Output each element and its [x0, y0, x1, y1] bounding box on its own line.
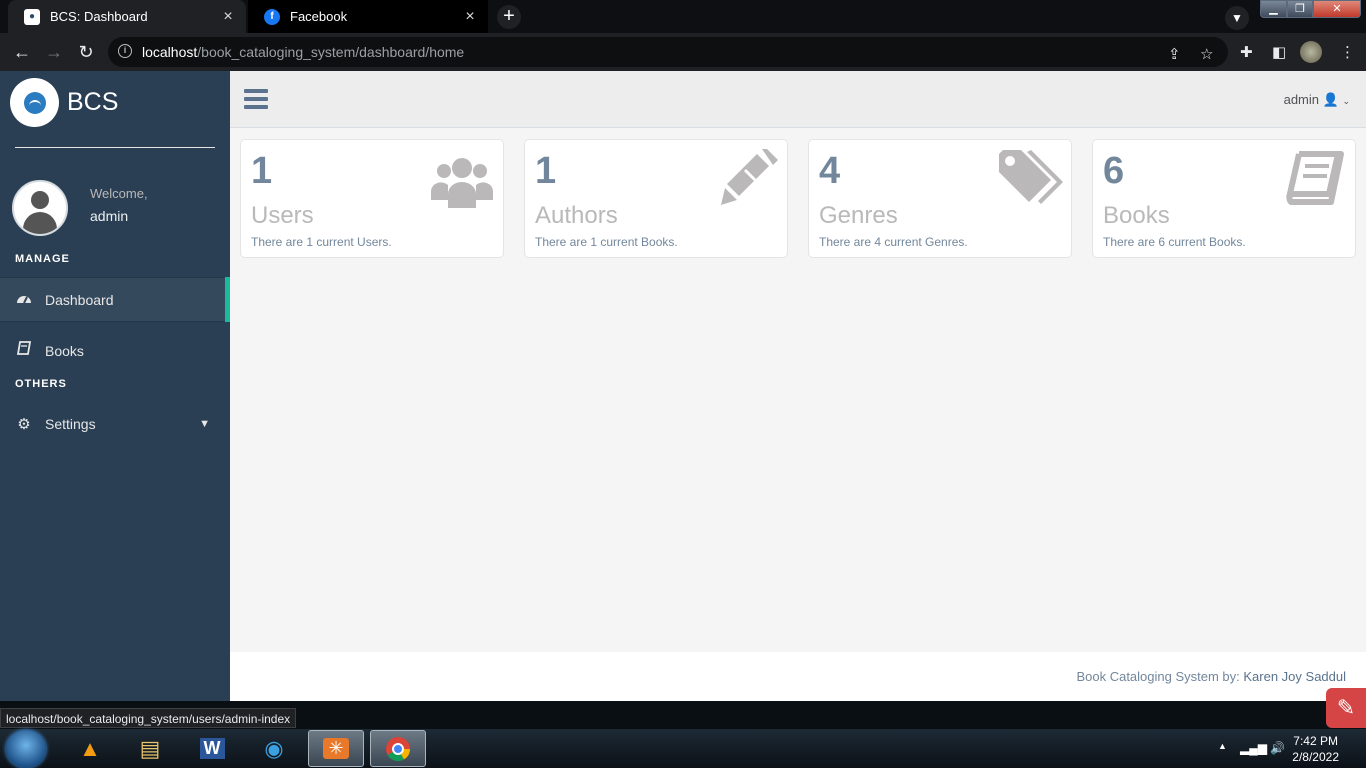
bookmark-star-icon[interactable]: ☆	[1200, 45, 1213, 63]
menu-toggle-hamburger-icon[interactable]	[244, 89, 268, 109]
stat-description: There are 4 current Genres.	[819, 235, 968, 249]
tab-title: Facebook	[290, 9, 348, 24]
forward-arrow-icon[interactable]: →	[42, 40, 66, 64]
tab-bcs-dashboard[interactable]: ● BCS: Dashboard ×	[8, 0, 246, 33]
sidebar-item-label: Settings	[45, 415, 96, 432]
stat-label: Authors	[535, 202, 618, 229]
sidebar-item-books[interactable]: Books	[0, 328, 230, 373]
word-icon[interactable]: W	[184, 730, 240, 767]
stat-card-books: 6 Books There are 6 current Books.	[1092, 139, 1356, 258]
sidebar-item-dashboard[interactable]: Dashboard	[0, 277, 230, 322]
dashboard-gauge-icon	[15, 291, 33, 309]
window-controls: ▁ ❐ ✕	[1260, 0, 1361, 18]
stat-description: There are 6 current Books.	[1103, 235, 1246, 249]
top-navbar: admin 👤 ⌄	[230, 71, 1366, 128]
sidebar-item-label: Books	[45, 342, 84, 359]
minimize-button[interactable]: ▁	[1260, 0, 1287, 18]
bcs-favicon-icon: ●	[24, 8, 40, 25]
stat-card-genres: 4 Genres There are 4 current Genres.	[808, 139, 1072, 258]
footer-credit: Book Cataloging System by: Karen Joy Sad…	[1076, 669, 1346, 684]
url-path: /book_cataloging_system/dashboard/home	[197, 44, 465, 60]
sidebar-item-settings[interactable]: ⚙ Settings ▼	[0, 401, 230, 446]
welcome-text: Welcome,	[90, 186, 148, 201]
brand[interactable]: BCS	[10, 78, 118, 127]
volume-icon[interactable]: 🔊	[1270, 741, 1285, 755]
chrome-icon[interactable]	[370, 730, 426, 767]
user-icon: 👤	[1322, 92, 1339, 107]
clock-time: 7:42 PM	[1293, 734, 1338, 748]
book-icon	[15, 341, 33, 360]
close-tab-icon[interactable]: ×	[462, 8, 478, 26]
address-url[interactable]: localhost/book_cataloging_system/dashboa…	[142, 44, 464, 60]
web-page: BCS Welcome, admin MANAGE Dashboard Book…	[0, 71, 1366, 701]
new-tab-button[interactable]: +	[497, 5, 521, 29]
footer-author: Karen Joy Saddul	[1243, 669, 1346, 684]
stat-count: 4	[819, 150, 841, 192]
extensions-puzzle-icon[interactable]: ✚	[1240, 43, 1253, 61]
avatar	[12, 180, 68, 236]
site-info-icon[interactable]: i	[118, 44, 132, 58]
sidebar: BCS Welcome, admin MANAGE Dashboard Book…	[0, 71, 230, 701]
pencil-icon	[721, 149, 778, 205]
tags-icon	[999, 150, 1063, 204]
facebook-favicon-icon: f	[264, 8, 280, 25]
maximize-button[interactable]: ❐	[1287, 0, 1313, 18]
section-others: OTHERS	[15, 378, 67, 390]
stat-description: There are 1 current Books.	[535, 235, 678, 249]
network-icon[interactable]: ▂▄▆	[1240, 741, 1267, 755]
stat-card-users: 1 Users There are 1 current Users.	[240, 139, 504, 258]
tab-title: BCS: Dashboard	[50, 9, 148, 24]
stat-count: 6	[1103, 150, 1125, 192]
clock[interactable]: 7:42 PM 2/8/2022	[1292, 733, 1339, 765]
stat-card-authors: 1 Authors There are 1 current Books.	[524, 139, 788, 258]
book-icon	[1286, 151, 1344, 205]
more-menu-icon[interactable]: ⋮	[1340, 43, 1355, 61]
system-tray: ▲ ▂▄▆ 🔊 7:42 PM 2/8/2022	[1206, 729, 1366, 768]
stat-count: 1	[251, 150, 273, 192]
profile-avatar[interactable]	[1300, 41, 1322, 63]
xampp-icon[interactable]: ✳	[308, 730, 364, 767]
show-hidden-icons-icon[interactable]: ▲	[1218, 741, 1227, 751]
back-arrow-icon[interactable]: ←	[10, 40, 34, 64]
brand-name: BCS	[67, 88, 119, 116]
start-button[interactable]	[6, 730, 46, 768]
floating-app-logo-icon[interactable]: ✎	[1326, 688, 1366, 728]
stat-count: 1	[535, 150, 557, 192]
sidebar-username: admin	[90, 208, 129, 224]
url-host: localhost	[142, 44, 198, 60]
file-explorer-icon[interactable]: ▤	[122, 730, 178, 767]
chevron-down-icon: ⌄	[1342, 96, 1350, 106]
share-icon[interactable]: ⇪	[1168, 45, 1181, 63]
users-icon	[431, 158, 493, 208]
stat-label: Genres	[819, 202, 898, 229]
reload-icon[interactable]: ↻	[74, 40, 98, 64]
footer-prefix: Book Cataloging System by:	[1076, 669, 1244, 684]
user-dropdown[interactable]: admin 👤 ⌄	[1284, 92, 1350, 108]
sidebar-item-label: Dashboard	[45, 291, 114, 308]
side-panel-icon[interactable]: ◧	[1272, 43, 1286, 61]
vlc-icon[interactable]: ▲	[62, 730, 118, 767]
section-manage: MANAGE	[15, 253, 70, 265]
footer: Book Cataloging System by: Karen Joy Sad…	[230, 652, 1366, 701]
gear-icon: ⚙	[17, 415, 31, 433]
bcs-logo-icon	[10, 78, 59, 127]
tab-facebook[interactable]: f Facebook ×	[248, 0, 488, 33]
chevron-down-icon: ▼	[199, 417, 210, 430]
address-bar[interactable]: i localhost/book_cataloging_system/dashb…	[108, 37, 1228, 67]
stat-label: Books	[1103, 202, 1170, 229]
user-dropdown-label: admin	[1283, 92, 1320, 107]
windows-taskbar: ▲ ▤ W ◉ ✳ ▲ ▂▄▆ 🔊 7:42 PM 2/8/2022	[0, 729, 1366, 768]
close-window-button[interactable]: ✕	[1313, 0, 1361, 18]
browser-toolbar: ← → ↻ i localhost/book_cataloging_system…	[0, 33, 1366, 71]
status-bar-url: localhost/book_cataloging_system/users/a…	[0, 708, 297, 728]
stat-description: There are 1 current Users.	[251, 235, 392, 249]
close-tab-icon[interactable]: ×	[220, 8, 236, 26]
stat-label: Users	[251, 202, 314, 229]
browser-tab-bar: ● BCS: Dashboard × f Facebook × + ▼ ▁ ❐ …	[0, 0, 1366, 33]
tab-search-chevron-icon[interactable]: ▼	[1225, 6, 1249, 30]
clock-date: 2/8/2022	[1292, 750, 1339, 764]
divider	[15, 147, 215, 148]
edge-icon[interactable]: ◉	[246, 730, 302, 767]
